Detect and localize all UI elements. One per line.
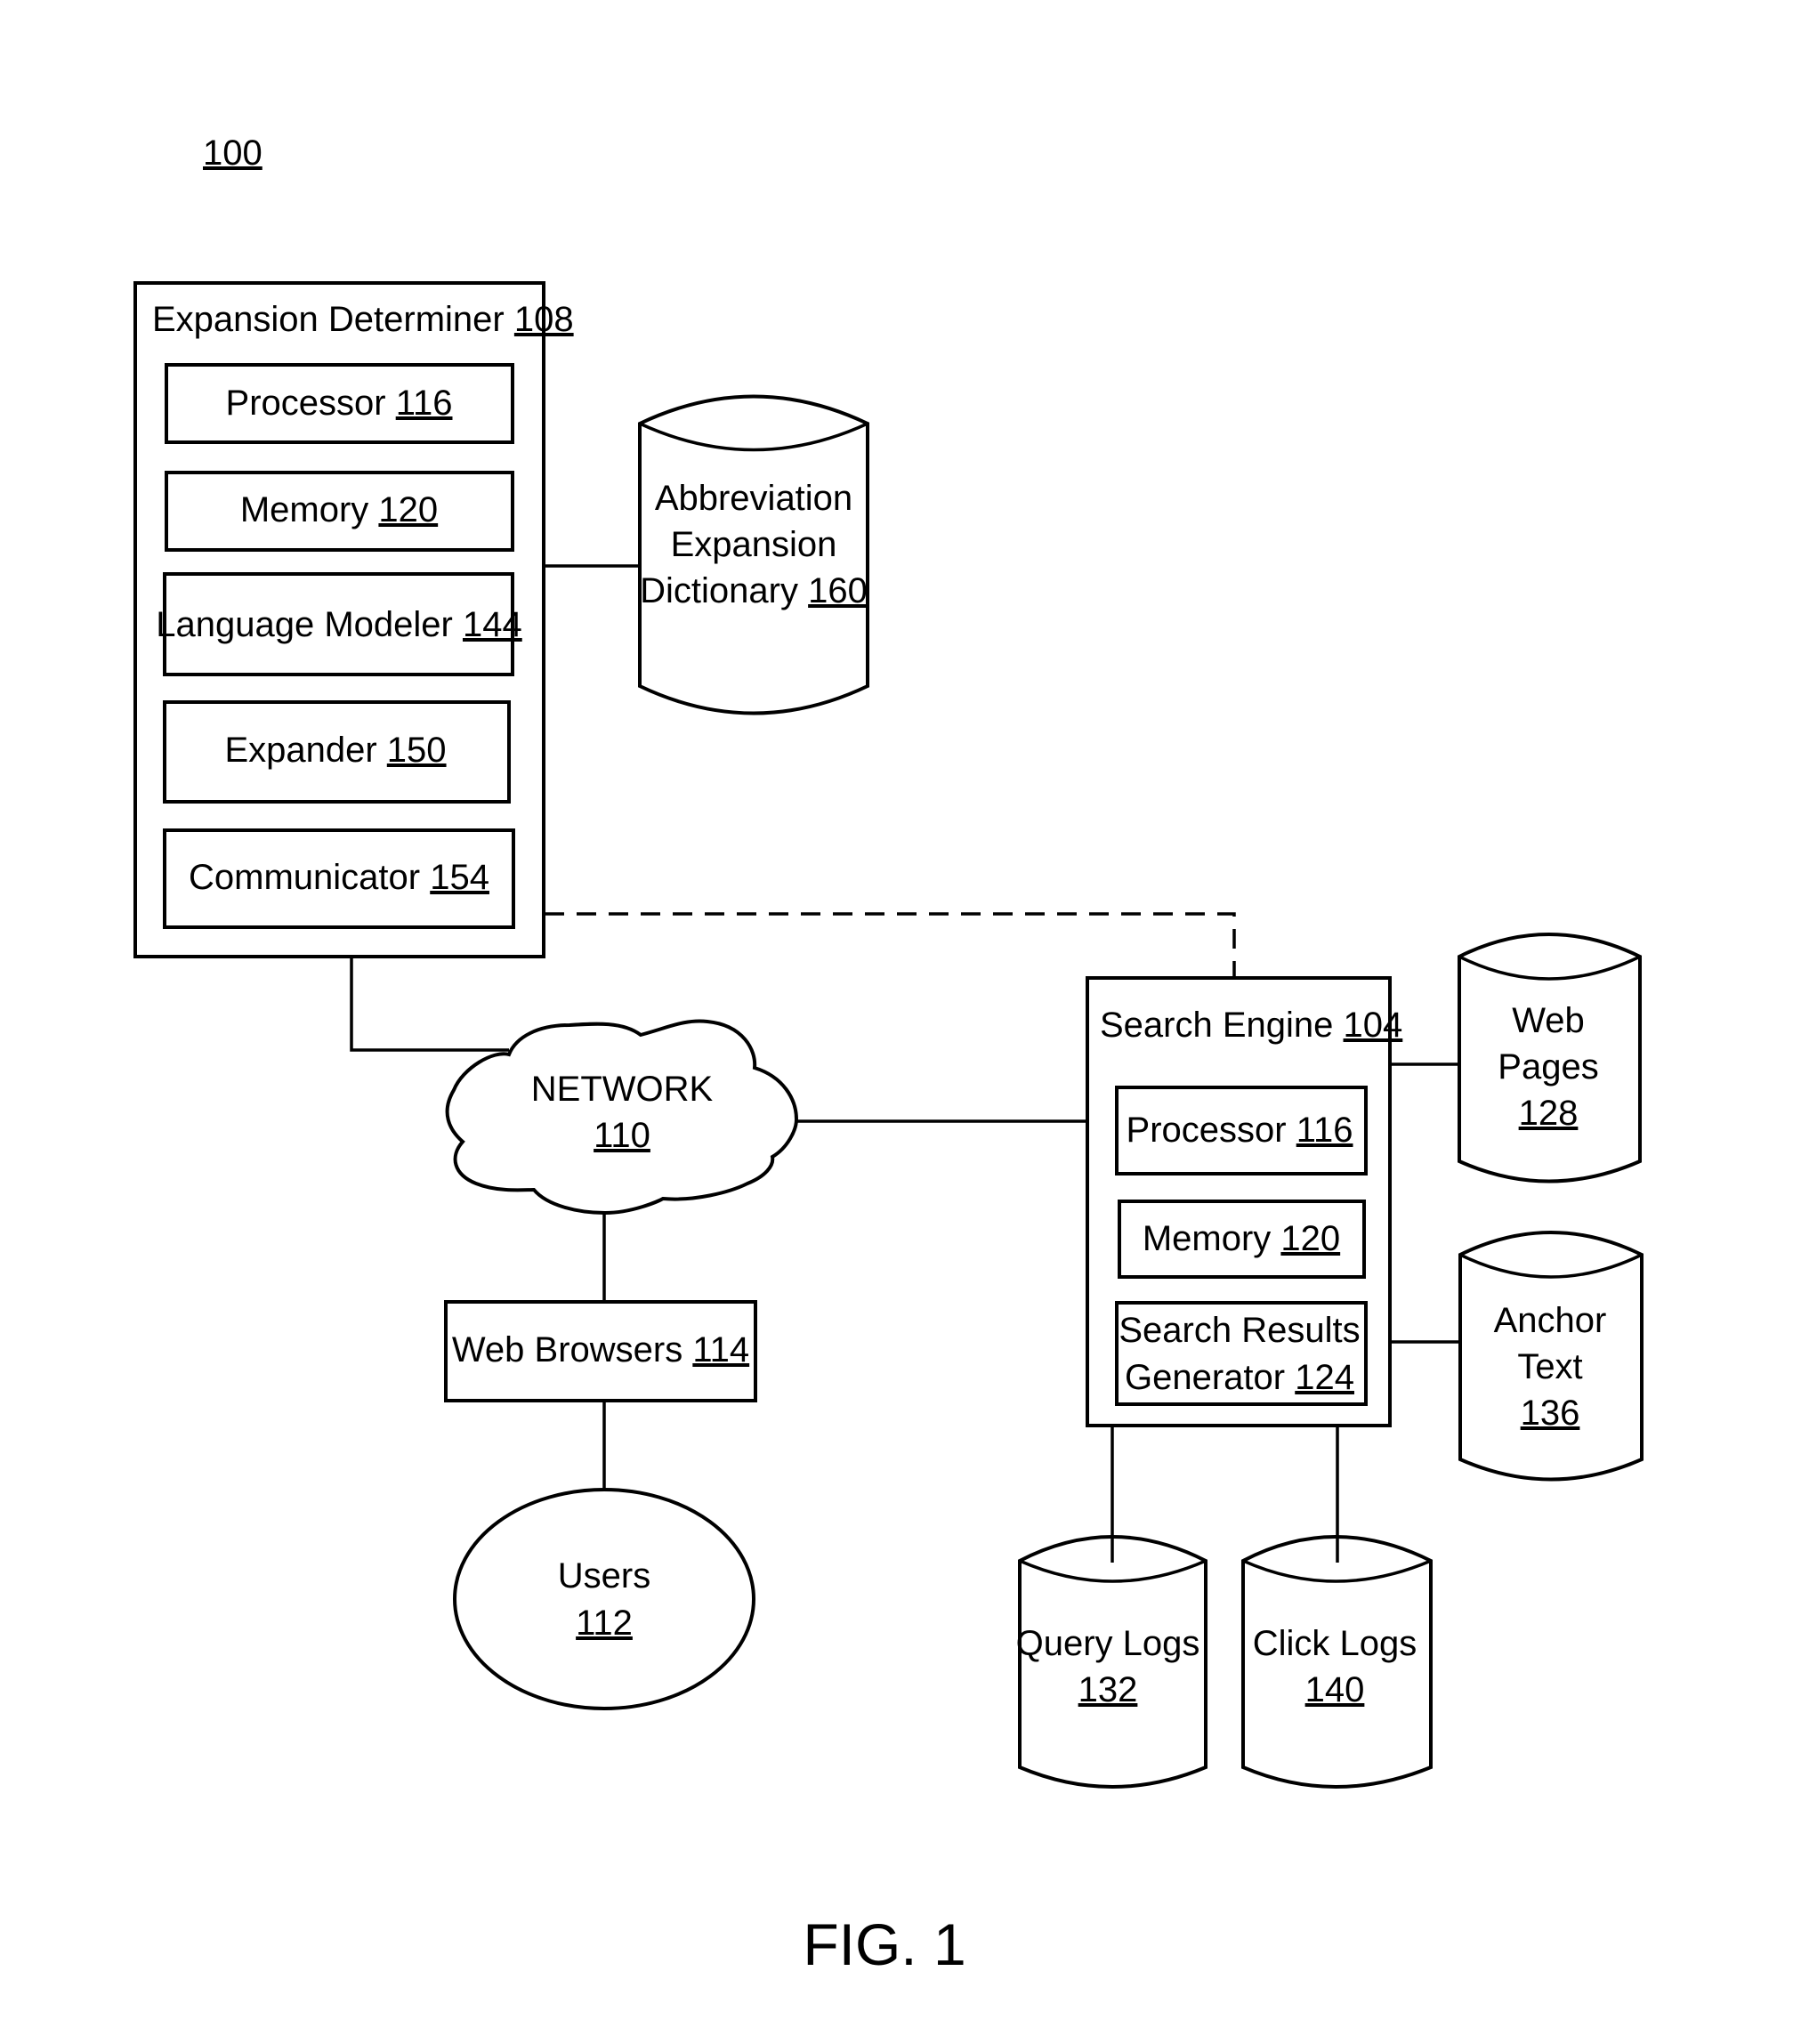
- language-modeler-label: Language Modeler 144: [156, 605, 521, 644]
- expansion-determiner[interactable]: Expansion Determiner 108 Processor 116 M…: [133, 281, 574, 958]
- determiner-memory[interactable]: Memory 120: [165, 471, 514, 552]
- web-pages-store[interactable]: Web Pages 128: [1458, 933, 1642, 1184]
- search-results-generator-label-line-2: Generator 124: [1125, 1358, 1354, 1397]
- search-engine[interactable]: Search Engine 104 Processor 116 Memory 1…: [1086, 976, 1402, 1563]
- expander-label: Expander 150: [224, 731, 446, 770]
- web-browsers-label: Web Browsers 114: [452, 1330, 749, 1369]
- search-engine-memory[interactable]: Memory 120: [1118, 1200, 1366, 1279]
- figure-caption: FIG. 1: [803, 1911, 965, 1977]
- expansion-determiner-title: Expansion Determiner 108: [152, 300, 574, 339]
- search-results-generator-label-line-1: Search Results: [1119, 1311, 1360, 1350]
- click-logs-store[interactable]: Click Logs 140: [1241, 1535, 1433, 1789]
- search-results-generator[interactable]: Search Results Generator 124: [1115, 1301, 1368, 1406]
- expander[interactable]: Expander 150: [163, 700, 511, 804]
- query-logs-ref: 132: [1078, 1670, 1138, 1709]
- system-diagram: 100 Expansion Determiner 108 Processor 1…: [133, 133, 1644, 1977]
- search-engine-title: Search Engine 104: [1100, 1006, 1402, 1045]
- determiner-processor[interactable]: Processor 116: [165, 363, 514, 444]
- network-label: NETWORK: [531, 1070, 714, 1109]
- determiner-memory-label: Memory 120: [240, 490, 438, 529]
- determiner-processor-label: Processor 116: [226, 384, 453, 423]
- query-logs-store[interactable]: Query Logs 132: [1016, 1535, 1207, 1789]
- anchor-text-label-line-1: Anchor: [1494, 1301, 1607, 1340]
- anchor-text-ref: 136: [1521, 1394, 1580, 1433]
- dictionary-label-line-3: Dictionary 160: [640, 571, 868, 610]
- search-engine-processor-label: Processor 116: [1127, 1111, 1353, 1150]
- users[interactable]: Users 112: [453, 1488, 755, 1710]
- web-pages-ref: 128: [1519, 1094, 1579, 1133]
- network-ref: 110: [594, 1116, 650, 1155]
- search-engine-memory-label: Memory 120: [1143, 1219, 1340, 1258]
- query-logs-label: Query Logs: [1016, 1624, 1200, 1663]
- click-logs-ref: 140: [1305, 1670, 1365, 1709]
- dashed-connector-determiner-search-engine: [545, 912, 1236, 978]
- web-pages-label-line-2: Pages: [1498, 1047, 1598, 1087]
- abbreviation-expansion-dictionary[interactable]: Abbreviation Expansion Dictionary 160: [638, 394, 869, 715]
- dictionary-label-line-2: Expansion: [671, 525, 837, 564]
- users-ellipse: [453, 1488, 755, 1710]
- language-modeler[interactable]: Language Modeler 144: [156, 572, 522, 676]
- search-engine-processor[interactable]: Processor 116: [1115, 1086, 1368, 1176]
- web-pages-label-line-1: Web: [1512, 1001, 1585, 1040]
- communicator-label: Communicator 154: [189, 858, 489, 897]
- anchor-text-label-line-2: Text: [1517, 1347, 1582, 1386]
- users-label: Users: [558, 1556, 650, 1596]
- figure-reference-number: 100: [203, 133, 262, 173]
- click-logs-label: Click Logs: [1253, 1624, 1417, 1663]
- dictionary-label-line-1: Abbreviation: [655, 479, 852, 518]
- web-browsers[interactable]: Web Browsers 114: [444, 1300, 757, 1402]
- anchor-text-store[interactable]: Anchor Text 136: [1458, 1231, 1644, 1482]
- communicator[interactable]: Communicator 154: [163, 828, 515, 929]
- users-ref: 112: [576, 1604, 633, 1643]
